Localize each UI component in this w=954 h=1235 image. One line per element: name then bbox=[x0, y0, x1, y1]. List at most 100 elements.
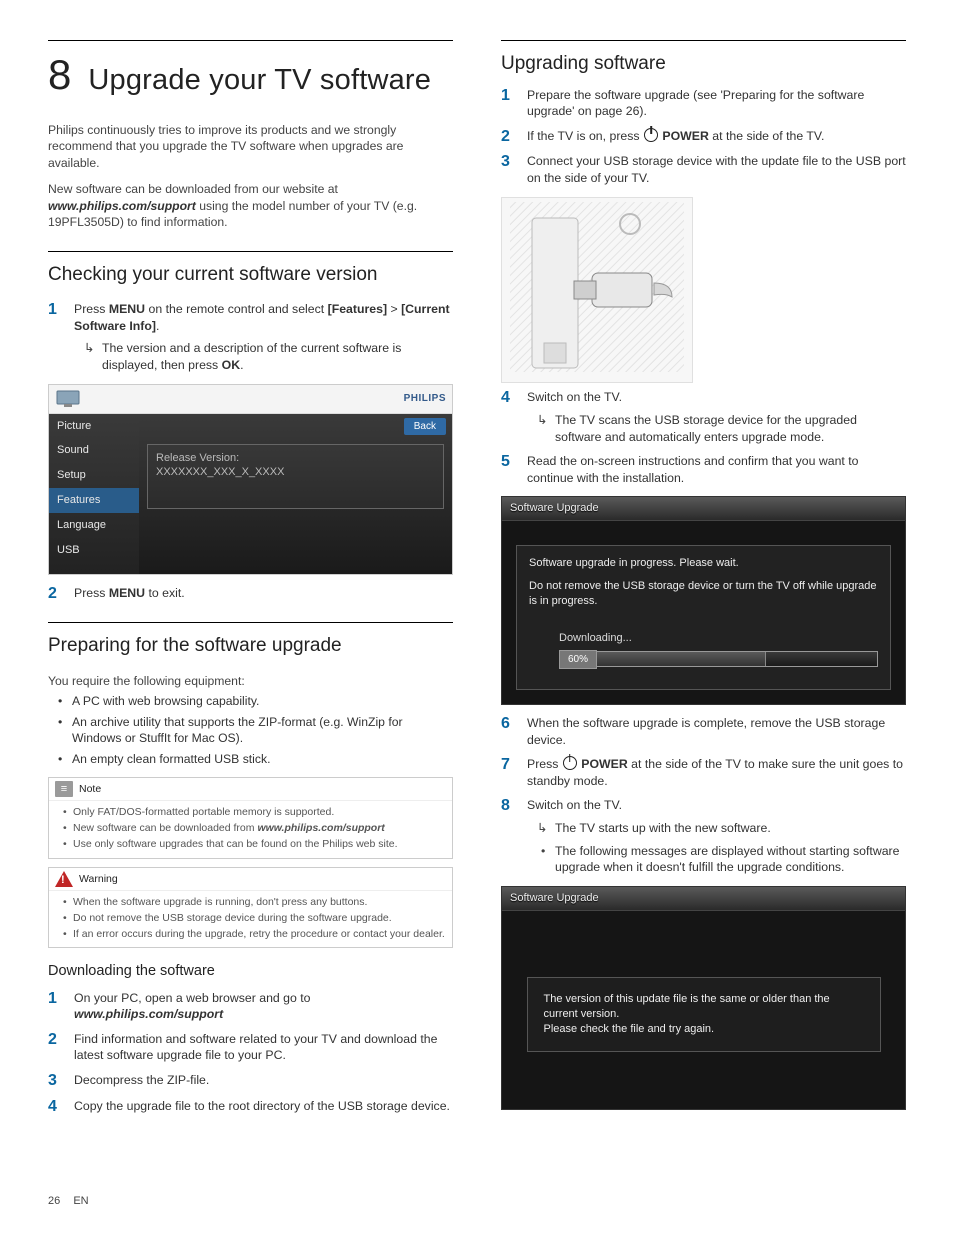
tv-menu-item-selected: Features bbox=[49, 488, 139, 513]
t: at the side of the TV. bbox=[709, 129, 825, 143]
prep-bullet: An archive utility that supports the ZIP… bbox=[58, 714, 453, 747]
check-step-2: 2 Press MENU to exit. bbox=[48, 585, 453, 603]
step-number: 2 bbox=[48, 1031, 64, 1049]
warning-item: When the software upgrade is running, do… bbox=[63, 895, 446, 909]
note-header: ≡ Note bbox=[49, 778, 452, 801]
prep-lead: You require the following equipment: bbox=[48, 673, 453, 689]
note-item: New software can be downloaded from www.… bbox=[63, 821, 446, 835]
section-checking-heading: Checking your current software version bbox=[48, 262, 453, 288]
page-lang: EN bbox=[73, 1195, 88, 1207]
section-rule bbox=[48, 622, 453, 627]
note-item: Only FAT/DOS-formatted portable memory i… bbox=[63, 805, 446, 819]
support-url: www.philips.com/support bbox=[48, 199, 196, 213]
support-url: www.philips.com/support bbox=[74, 1007, 223, 1021]
intro-paragraph-2: New software can be downloaded from our … bbox=[48, 181, 453, 230]
step4-sub: The TV scans the USB storage device for … bbox=[541, 412, 906, 445]
note-icon: ≡ bbox=[55, 781, 73, 797]
step-body: Decompress the ZIP-file. bbox=[74, 1072, 453, 1089]
left-column: 8 Upgrade your TV software Philips conti… bbox=[48, 40, 453, 1125]
step-body: Press MENU on the remote control and sel… bbox=[74, 301, 453, 373]
step-body: Press POWER at the side of the TV to mak… bbox=[527, 756, 906, 789]
chapter-heading: 8 Upgrade your TV software bbox=[48, 40, 453, 104]
tv-menu-item: Picture bbox=[49, 414, 139, 439]
note-title: Note bbox=[79, 782, 101, 796]
features-keyword: [Features] bbox=[328, 302, 387, 316]
step-body: On your PC, open a web browser and go to… bbox=[74, 990, 453, 1023]
step-number: 2 bbox=[48, 585, 64, 603]
menu-keyword: MENU bbox=[109, 302, 145, 316]
prep-bullets: A PC with web browsing capability. An ar… bbox=[48, 693, 453, 767]
up-step-2: 2 If the TV is on, press POWER at the si… bbox=[501, 128, 906, 146]
power-keyword: POWER bbox=[662, 129, 708, 143]
software-upgrade-screenshot-2: Software Upgrade The version of this upd… bbox=[501, 886, 906, 1110]
tv-menu-item: Setup bbox=[49, 463, 139, 488]
progress-percent: 60% bbox=[559, 650, 597, 670]
step-number: 5 bbox=[501, 453, 517, 471]
downloading-heading: Downloading the software bbox=[48, 962, 453, 982]
t: Press bbox=[74, 586, 109, 600]
tv-menu-right-pane: Back Release Version: XXXXXXX_XXX_X_XXXX bbox=[139, 414, 452, 574]
step-body: Press MENU to exit. bbox=[74, 585, 453, 602]
t: Press bbox=[74, 302, 109, 316]
intro-paragraph-1: Philips continuously tries to improve it… bbox=[48, 122, 453, 171]
t: The version and a description of the cur… bbox=[102, 341, 401, 372]
progress-bar bbox=[596, 651, 878, 667]
step-number: 1 bbox=[501, 87, 517, 105]
upgrade-steps-3: 6 When the software upgrade is complete,… bbox=[501, 715, 906, 876]
chapter-title: Upgrade your TV software bbox=[88, 61, 431, 100]
swu-line1: Software upgrade in progress. Please wai… bbox=[529, 556, 878, 571]
warning-icon: ! bbox=[55, 871, 73, 887]
tv-menu-list: Picture Sound Setup Features Language US… bbox=[49, 414, 139, 574]
check-step-1: 1 Press MENU on the remote control and s… bbox=[48, 301, 453, 373]
tv-icon bbox=[55, 389, 83, 409]
step-number: 3 bbox=[501, 153, 517, 171]
page-footer: 26 EN bbox=[48, 1194, 89, 1209]
swu-line2: Do not remove the USB storage device or … bbox=[529, 579, 878, 609]
t: to exit. bbox=[145, 586, 185, 600]
swu-titlebar: Software Upgrade bbox=[502, 497, 905, 521]
usb-port-illustration bbox=[501, 197, 693, 384]
step-body: Read the on-screen instructions and conf… bbox=[527, 453, 906, 486]
checking-steps-2: 2 Press MENU to exit. bbox=[48, 585, 453, 603]
tv-screenshot-body: Picture Sound Setup Features Language US… bbox=[49, 414, 452, 574]
menu-keyword: MENU bbox=[109, 586, 145, 600]
release-version-value: XXXXXXX_XXX_X_XXXX bbox=[156, 465, 435, 480]
step-number: 4 bbox=[48, 1098, 64, 1116]
tv-menu-item: Language bbox=[49, 513, 139, 538]
t: > bbox=[387, 302, 401, 316]
support-url: www.philips.com/support bbox=[257, 822, 384, 834]
step-body: If the TV is on, press POWER at the side… bbox=[527, 128, 906, 145]
page-number: 26 bbox=[48, 1195, 60, 1207]
step-number: 4 bbox=[501, 389, 517, 407]
warning-title: Warning bbox=[79, 872, 118, 886]
swu-titlebar: Software Upgrade bbox=[502, 887, 905, 911]
step-number: 7 bbox=[501, 756, 517, 774]
swu-error-message: The version of this update file is the s… bbox=[527, 977, 881, 1052]
up-step-3: 3 Connect your USB storage device with t… bbox=[501, 153, 906, 186]
up-step-1: 1 Prepare the software upgrade (see 'Pre… bbox=[501, 87, 906, 120]
philips-brand: PHILIPS bbox=[404, 392, 446, 406]
t: on the remote control and select bbox=[145, 302, 328, 316]
note-items: Only FAT/DOS-formatted portable memory i… bbox=[63, 805, 446, 852]
prep-bullet: A PC with web browsing capability. bbox=[58, 693, 453, 709]
dl-step-2: 2 Find information and software related … bbox=[48, 1031, 453, 1064]
chapter-number: 8 bbox=[48, 47, 70, 104]
up-step-6: 6 When the software upgrade is complete,… bbox=[501, 715, 906, 748]
dl-step-1: 1 On your PC, open a web browser and go … bbox=[48, 990, 453, 1023]
t: Press bbox=[527, 757, 562, 771]
up-step-5: 5 Read the on-screen instructions and co… bbox=[501, 453, 906, 486]
ok-keyword: OK bbox=[222, 358, 240, 372]
t: New software can be downloaded from bbox=[73, 822, 257, 834]
progress-fill bbox=[597, 652, 766, 666]
step-number: 1 bbox=[48, 301, 64, 319]
t: If the TV is on, press bbox=[527, 129, 643, 143]
t: . bbox=[156, 319, 159, 333]
warning-callout: ! Warning When the software upgrade is r… bbox=[48, 867, 453, 949]
section-rule bbox=[501, 40, 906, 45]
step-number: 3 bbox=[48, 1072, 64, 1090]
checking-steps: 1 Press MENU on the remote control and s… bbox=[48, 301, 453, 373]
step-number: 2 bbox=[501, 128, 517, 146]
note-item: Use only software upgrades that can be f… bbox=[63, 837, 446, 851]
step-number: 8 bbox=[501, 797, 517, 815]
step8-sub1: The TV starts up with the new software. bbox=[541, 820, 906, 837]
